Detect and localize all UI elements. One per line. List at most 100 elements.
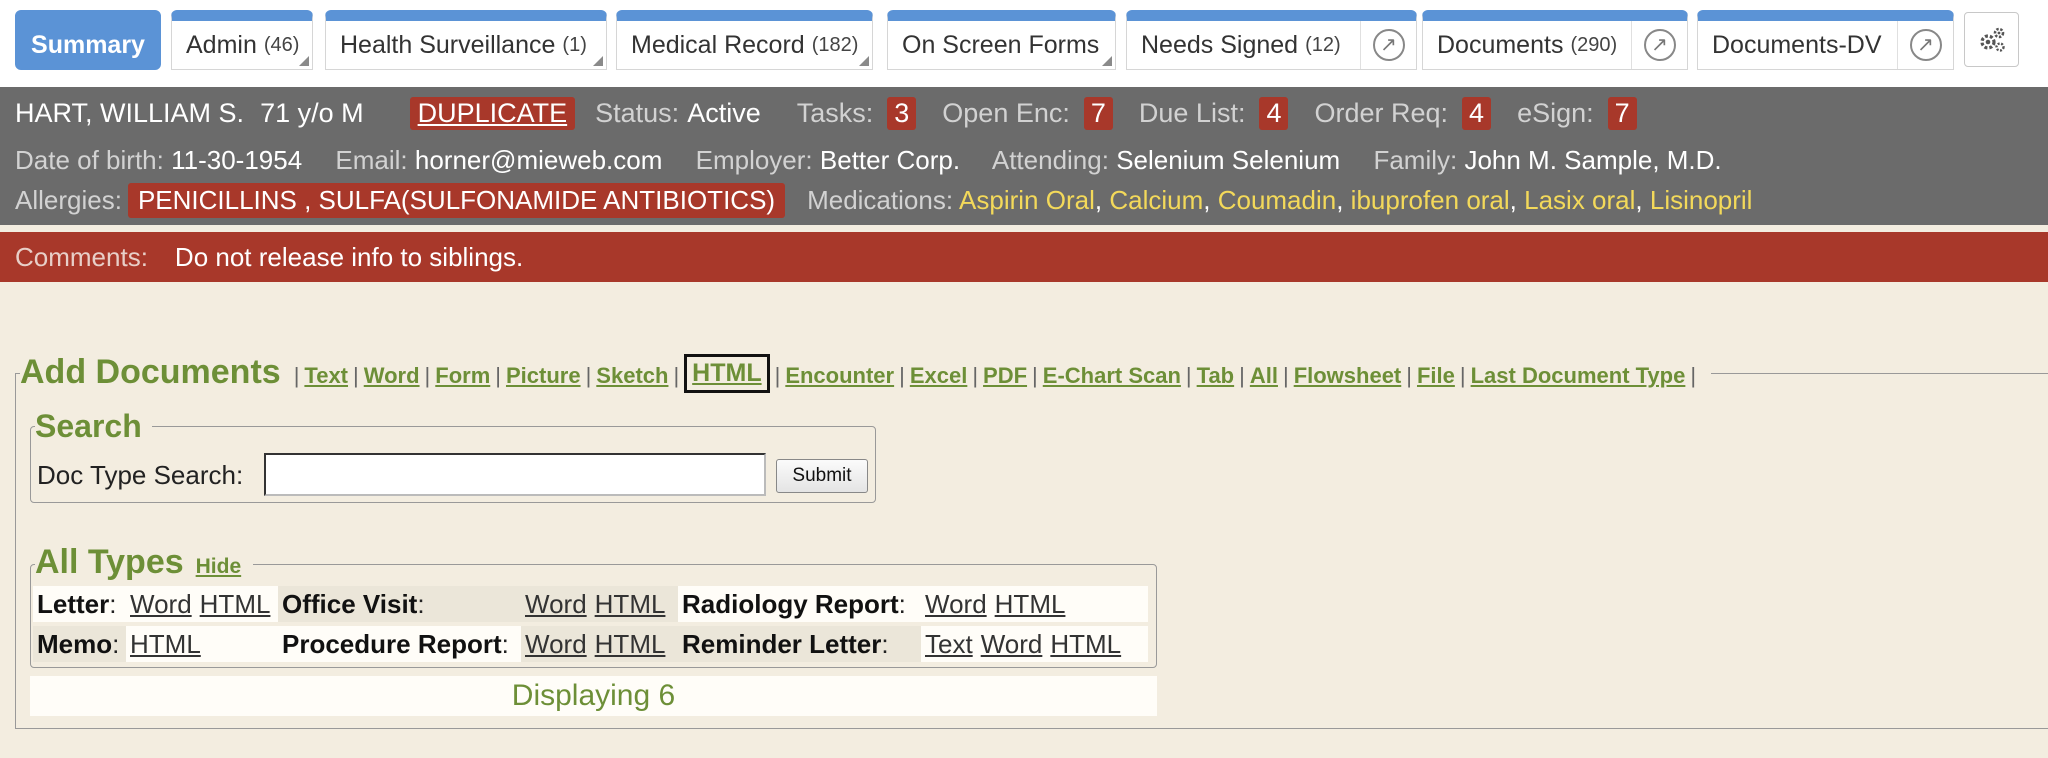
memo-html-link[interactable]: HTML bbox=[130, 629, 201, 660]
doc-type-link-last-document-type[interactable]: Last Document Type bbox=[1471, 363, 1686, 389]
patient-details-row: Date of birth: 11-30-1954 Email: horner@… bbox=[15, 145, 1722, 176]
type-links-reminder-letter: Text Word HTML bbox=[921, 626, 1148, 662]
doc-type-link-encounter[interactable]: Encounter bbox=[785, 363, 894, 389]
arrow-up-right-circle-icon: ↗ bbox=[1643, 29, 1676, 61]
duplicate-badge[interactable]: DUPLICATE bbox=[409, 96, 576, 130]
tab-admin[interactable]: Admin (46) bbox=[171, 10, 313, 70]
type-name-reminder-letter: Reminder Letter: bbox=[678, 626, 921, 662]
radiology-report-html-link[interactable]: HTML bbox=[995, 589, 1066, 620]
patient-summary-row: HART, WILLIAM S. 71 y/o M DUPLICATE Stat… bbox=[15, 93, 1663, 133]
tab-label: Documents-DV bbox=[1712, 30, 1882, 59]
comments-text: Do not release info to siblings. bbox=[174, 241, 524, 272]
doc-type-link-file[interactable]: File bbox=[1417, 363, 1455, 389]
submit-button[interactable]: Submit bbox=[776, 459, 868, 493]
doc-type-link-flowsheet[interactable]: Flowsheet bbox=[1294, 363, 1402, 389]
doc-type-link-tab[interactable]: Tab bbox=[1197, 363, 1234, 389]
reminder-letter-text-link[interactable]: Text bbox=[925, 629, 973, 660]
medication-item[interactable]: Lasix oral bbox=[1524, 185, 1635, 216]
email-label: Email: bbox=[335, 145, 408, 175]
doc-type-link-all[interactable]: All bbox=[1250, 363, 1278, 389]
order-req-count-badge[interactable]: 4 bbox=[1462, 96, 1492, 130]
comments-label: Comments: bbox=[15, 241, 148, 272]
medication-item[interactable]: ibuprofen oral bbox=[1351, 185, 1510, 216]
doc-type-search-input[interactable] bbox=[264, 453, 766, 496]
doc-type-link-pdf[interactable]: PDF bbox=[983, 363, 1027, 389]
tab-count: (182) bbox=[811, 33, 859, 56]
doc-type-link-text[interactable]: Text bbox=[304, 363, 348, 389]
resize-corner-icon bbox=[859, 56, 869, 66]
settings-button[interactable] bbox=[1964, 12, 2019, 67]
reminder-letter-html-link[interactable]: HTML bbox=[1050, 629, 1121, 660]
tasks-label: Tasks: bbox=[796, 97, 874, 128]
medication-item[interactable]: Lisinopril bbox=[1650, 185, 1753, 216]
tab-label: On Screen Forms bbox=[902, 30, 1100, 59]
doc-type-link-word[interactable]: Word bbox=[364, 363, 420, 389]
family-value: John M. Sample, M.D. bbox=[1464, 145, 1722, 175]
esign-count-badge[interactable]: 7 bbox=[1607, 96, 1637, 130]
tasks-count-badge[interactable]: 3 bbox=[887, 96, 917, 130]
tab-medical-record[interactable]: Medical Record (182) bbox=[616, 10, 873, 70]
patient-name[interactable]: HART, WILLIAM S. bbox=[15, 98, 244, 129]
dob-value: 11-30-1954 bbox=[171, 145, 303, 175]
type-links-procedure-report: Word HTML bbox=[521, 626, 678, 662]
all-types-grid: Letter: Word HTML Office Visit: Word HTM… bbox=[33, 586, 1148, 662]
type-name-letter: Letter: bbox=[33, 586, 126, 622]
type-links-office-visit: Word HTML bbox=[521, 586, 678, 622]
tab-label: Admin bbox=[186, 30, 257, 59]
arrow-up-right-circle-icon: ↗ bbox=[1909, 29, 1942, 61]
reminder-letter-word-link[interactable]: Word bbox=[981, 629, 1043, 660]
medication-item[interactable]: Coumadin bbox=[1218, 185, 1337, 216]
open-enc-label: Open Enc: bbox=[942, 97, 1070, 128]
add-documents-title: Add Documents bbox=[20, 353, 281, 391]
patient-age-sex: 71 y/o M bbox=[260, 97, 364, 128]
medication-item[interactable]: Aspirin Oral bbox=[959, 185, 1095, 216]
attending-value: Selenium Selenium bbox=[1116, 145, 1341, 175]
due-list-count-badge[interactable]: 4 bbox=[1259, 96, 1289, 130]
office-visit-html-link[interactable]: HTML bbox=[595, 589, 666, 620]
medication-item[interactable]: Calcium bbox=[1109, 185, 1203, 216]
tab-on-screen-forms[interactable]: On Screen Forms bbox=[887, 10, 1116, 70]
doc-type-link-excel[interactable]: Excel bbox=[910, 363, 968, 389]
type-links-letter: Word HTML bbox=[126, 586, 278, 622]
office-visit-word-link[interactable]: Word bbox=[525, 589, 587, 620]
employer-value: Better Corp. bbox=[819, 145, 961, 175]
radiology-report-word-link[interactable]: Word bbox=[925, 589, 987, 620]
tab-health-surveillance[interactable]: Health Surveillance (1) bbox=[325, 10, 607, 70]
popout-button[interactable]: ↗ bbox=[1360, 21, 1416, 69]
esign-label: eSign: bbox=[1517, 97, 1594, 128]
type-name-office-visit: Office Visit: bbox=[278, 586, 521, 622]
search-title: Search bbox=[35, 408, 152, 445]
doc-type-link-echart-scan[interactable]: E-Chart Scan bbox=[1043, 363, 1181, 389]
add-documents-legend: Add Documents | Text | Word | Form | Pictur… bbox=[20, 353, 1712, 395]
tab-needs-signed[interactable]: Needs Signed (12) ↗ bbox=[1126, 10, 1417, 70]
allergies-value[interactable]: PENICILLINS , SULFA(SULFONAMIDE ANTIBIOT… bbox=[127, 183, 786, 218]
medications-label: Medications: bbox=[807, 185, 954, 215]
tab-count: (290) bbox=[1570, 33, 1618, 56]
type-name-radiology-report: Radiology Report: bbox=[678, 586, 921, 622]
open-enc-count-badge[interactable]: 7 bbox=[1083, 96, 1113, 130]
tab-label: Summary bbox=[31, 30, 145, 59]
type-name-procedure-report: Procedure Report: bbox=[278, 626, 521, 662]
due-list-label: Due List: bbox=[1138, 97, 1246, 128]
employer-label: Employer: bbox=[695, 145, 813, 175]
popout-button[interactable]: ↗ bbox=[1631, 21, 1687, 69]
tab-documents[interactable]: Documents (290) ↗ bbox=[1422, 10, 1688, 70]
comments-bar: Comments: Do not release info to sibling… bbox=[0, 232, 2048, 282]
order-req-label: Order Req: bbox=[1314, 97, 1449, 128]
procedure-report-word-link[interactable]: Word bbox=[525, 629, 587, 660]
all-types-legend: All Types Hide bbox=[35, 543, 254, 582]
procedure-report-html-link[interactable]: HTML bbox=[595, 629, 666, 660]
tab-label: Needs Signed bbox=[1141, 30, 1299, 59]
letter-html-link[interactable]: HTML bbox=[200, 589, 271, 620]
letter-word-link[interactable]: Word bbox=[130, 589, 192, 620]
tab-label: Documents bbox=[1437, 30, 1564, 59]
tab-summary[interactable]: Summary bbox=[15, 10, 161, 70]
patient-header: HART, WILLIAM S. 71 y/o M DUPLICATE Stat… bbox=[0, 87, 2048, 225]
doc-type-link-sketch[interactable]: Sketch bbox=[596, 363, 668, 389]
doc-type-link-html[interactable]: HTML bbox=[684, 354, 770, 393]
hide-link[interactable]: Hide bbox=[196, 555, 242, 579]
doc-type-link-picture[interactable]: Picture bbox=[506, 363, 581, 389]
popout-button[interactable]: ↗ bbox=[1897, 21, 1953, 69]
tab-documents-dv[interactable]: Documents-DV ↗ bbox=[1697, 10, 1954, 70]
doc-type-link-form[interactable]: Form bbox=[435, 363, 490, 389]
